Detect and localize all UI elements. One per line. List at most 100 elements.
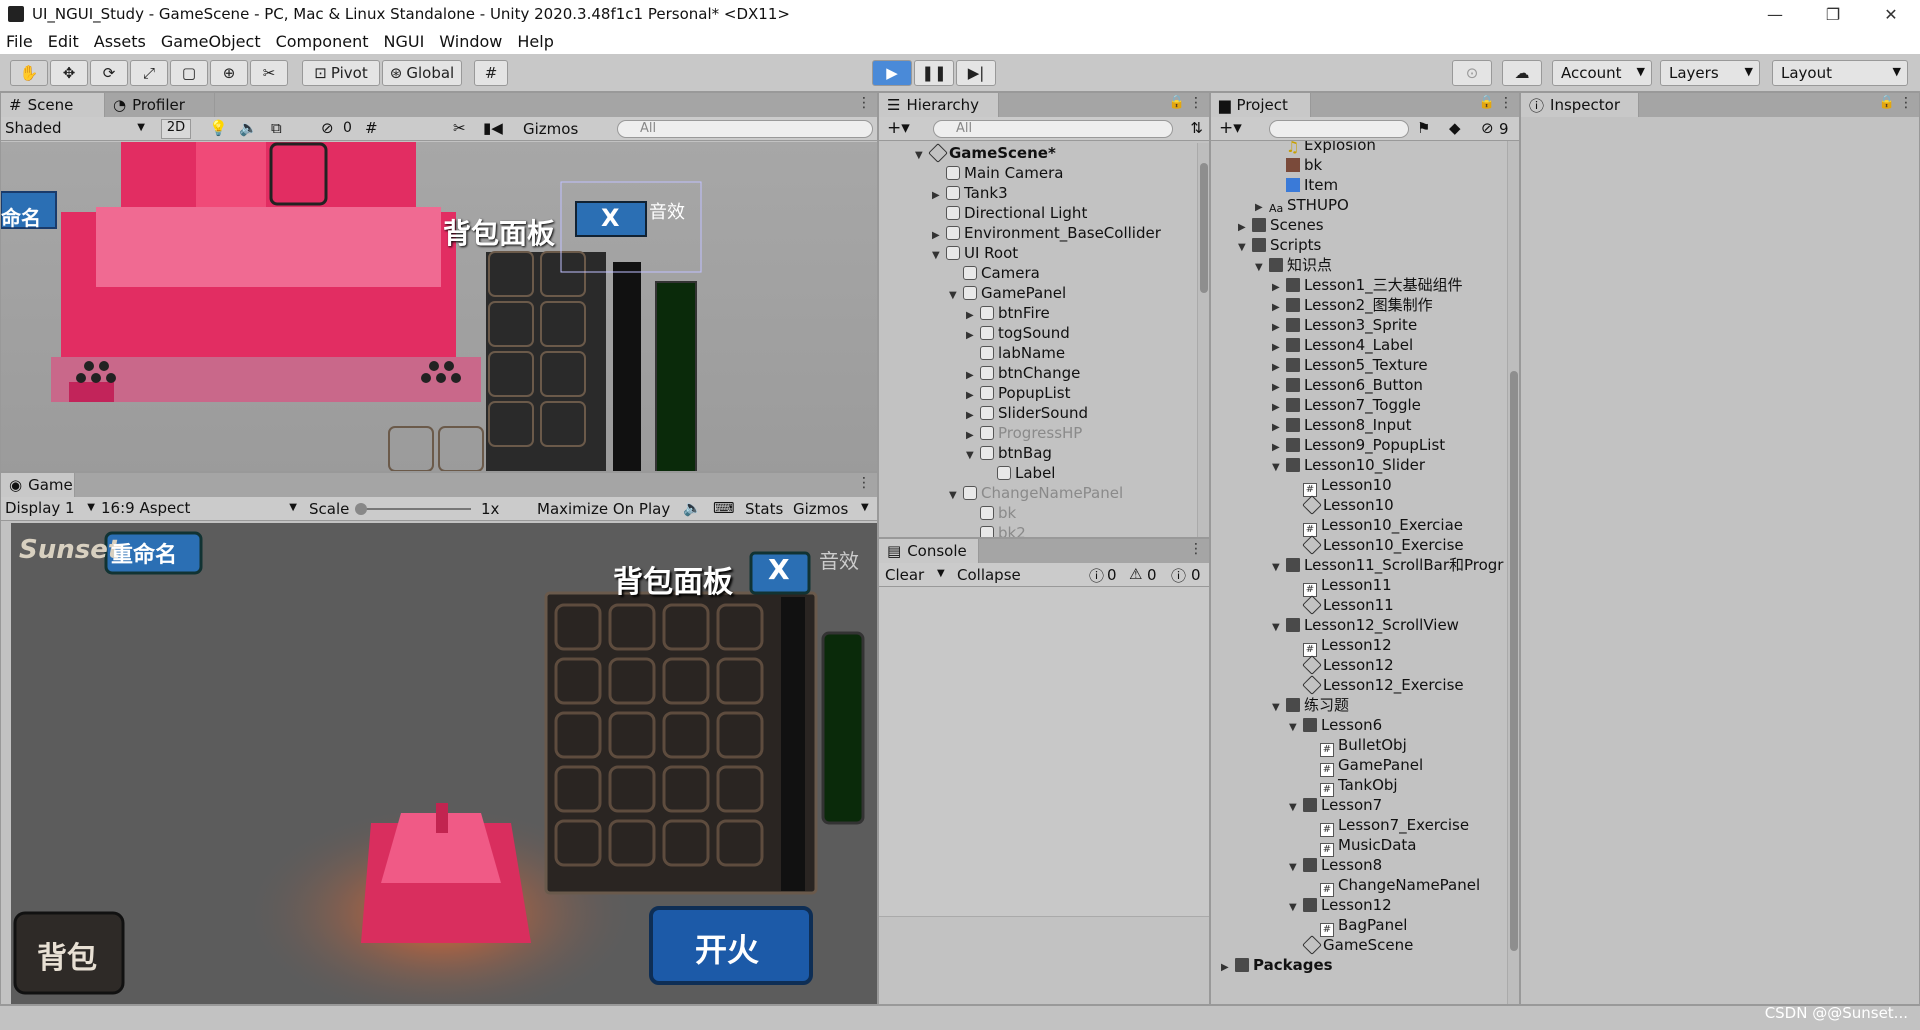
mute-audio-icon[interactable]: 🔈 xyxy=(683,499,702,517)
pause-button[interactable]: ❚❚ xyxy=(914,60,954,86)
expanded-arrow-icon[interactable]: ▼ xyxy=(1289,898,1303,918)
tab-console[interactable]: ▤ Console xyxy=(879,539,979,563)
tab-project[interactable]: ▆ Project xyxy=(1211,93,1311,117)
tree-item[interactable]: Lesson12 xyxy=(1289,655,1394,675)
info-icon[interactable]: ⓘ xyxy=(1089,565,1104,586)
expanded-arrow-icon[interactable]: ▼ xyxy=(932,246,946,266)
expanded-arrow-icon[interactable]: ▼ xyxy=(966,446,980,466)
menu-assets[interactable]: Assets xyxy=(94,32,146,51)
global-toggle[interactable]: ⊛ Global xyxy=(382,60,462,86)
kebab-menu-icon[interactable]: ⋮ xyxy=(857,95,871,111)
menu-edit[interactable]: Edit xyxy=(48,32,79,51)
tree-item[interactable]: ▶ Lesson7_Toggle xyxy=(1272,395,1421,415)
lighting-icon[interactable]: 💡 xyxy=(209,119,228,137)
tree-item[interactable]: ▼ GamePanel xyxy=(949,283,1066,303)
scale-slider-handle[interactable] xyxy=(355,503,367,515)
custom-tool-icon[interactable]: ✂ xyxy=(250,60,288,86)
sort-icon[interactable]: ⇅ xyxy=(1190,119,1203,137)
tree-item[interactable]: ▶ SliderSound xyxy=(966,403,1088,423)
expanded-arrow-icon[interactable]: ▼ xyxy=(1289,798,1303,818)
tab-game[interactable]: ◉ Game xyxy=(1,473,75,497)
lock-icon[interactable]: 🔒 xyxy=(1479,95,1495,110)
tree-item[interactable]: ♫ Explosion xyxy=(1272,141,1376,156)
tree-item[interactable]: ▶ Lesson3_Sprite xyxy=(1272,315,1417,335)
tree-item[interactable]: ▼ GameScene* xyxy=(915,143,1056,163)
tab-hierarchy[interactable]: ☰ Hierarchy xyxy=(879,93,999,117)
kebab-menu-icon[interactable]: ⋮ xyxy=(1499,95,1513,111)
gizmos-dropdown[interactable]: Gizmos xyxy=(523,120,578,138)
tree-item[interactable]: bk xyxy=(1272,155,1322,175)
tree-item[interactable]: ▶ PopupList xyxy=(966,383,1070,403)
expanded-arrow-icon[interactable]: ▼ xyxy=(1238,238,1252,258)
step-button[interactable]: ▶| xyxy=(956,60,996,86)
warning-icon[interactable]: ⚠ xyxy=(1129,565,1142,583)
tree-item[interactable]: ▼ Lesson12 xyxy=(1289,895,1392,915)
project-search-input[interactable] xyxy=(1269,120,1409,138)
tree-item[interactable]: bk2 xyxy=(966,523,1026,537)
tab-inspector[interactable]: ⓘ Inspector xyxy=(1521,93,1639,117)
tab-profiler[interactable]: ◔ Profiler xyxy=(105,93,215,117)
game-gizmos-dropdown[interactable]: Gizmos xyxy=(793,500,848,518)
tree-item[interactable]: ▶ ProgressHP xyxy=(966,423,1082,443)
console-log-area[interactable] xyxy=(879,587,1209,917)
expanded-arrow-icon[interactable]: ▼ xyxy=(1289,858,1303,878)
tree-item[interactable]: ▼ UI Root xyxy=(932,243,1018,263)
menu-gameobject[interactable]: GameObject xyxy=(161,32,261,51)
tree-item[interactable]: # GamePanel xyxy=(1306,755,1423,777)
tree-item[interactable]: ▶ Lesson5_Texture xyxy=(1272,355,1428,375)
menu-help[interactable]: Help xyxy=(517,32,553,51)
menu-file[interactable]: File xyxy=(6,32,33,51)
maximize-button[interactable]: ❐ xyxy=(1804,0,1862,28)
tree-item[interactable]: # ChangeNamePanel xyxy=(1306,875,1480,897)
fire-button[interactable]: 开火 xyxy=(695,925,759,971)
menu-window[interactable]: Window xyxy=(439,32,502,51)
hidden-objects-icon[interactable]: ⊘ xyxy=(321,119,334,137)
tree-item[interactable]: Lesson12_Exercise xyxy=(1289,675,1464,695)
tree-item[interactable]: # Lesson11 xyxy=(1289,575,1392,597)
tree-item[interactable]: ▼ Lesson10_Slider xyxy=(1272,455,1425,475)
tree-item[interactable]: ▼ Scripts xyxy=(1238,235,1321,255)
tree-item[interactable]: ▶ Lesson4_Label xyxy=(1272,335,1413,355)
tab-scene[interactable]: # Scene xyxy=(1,93,105,117)
clear-button[interactable]: Clear xyxy=(885,566,924,584)
hierarchy-scrollbar[interactable] xyxy=(1197,143,1209,537)
scene-search-input[interactable]: All xyxy=(617,120,873,138)
hidden-packages-icon[interactable]: ⊘ xyxy=(1481,119,1494,137)
expanded-arrow-icon[interactable]: ▼ xyxy=(1255,258,1269,278)
tree-item[interactable]: ▶ btnFire xyxy=(966,303,1050,323)
kebab-menu-icon[interactable]: ⋮ xyxy=(1189,541,1203,557)
expanded-arrow-icon[interactable]: ▼ xyxy=(1272,618,1286,638)
close-bag-button[interactable]: X xyxy=(768,553,790,586)
expanded-arrow-icon[interactable]: ▼ xyxy=(1272,558,1286,578)
shading-dropdown[interactable]: Shaded ▼ xyxy=(5,119,149,137)
error-icon[interactable]: ⓘ xyxy=(1171,565,1186,586)
rename-button[interactable]: 重命名 xyxy=(111,537,177,569)
grid-snap-icon[interactable]: # xyxy=(474,60,508,86)
bag-button[interactable]: 背包 xyxy=(37,933,97,977)
2d-toggle[interactable]: 2D xyxy=(161,119,191,139)
tree-item[interactable]: ▶ Lesson8_Input xyxy=(1272,415,1412,435)
lock-icon[interactable]: 🔒 xyxy=(1879,95,1895,110)
expanded-arrow-icon[interactable]: ▼ xyxy=(949,486,963,506)
layout-dropdown[interactable]: Layout ▼ xyxy=(1772,60,1908,86)
add-icon[interactable]: +▾ xyxy=(887,118,910,138)
tree-item[interactable]: # TankObj xyxy=(1306,775,1398,797)
tree-item[interactable]: ▼ ChangeNamePanel xyxy=(949,483,1123,503)
tree-item[interactable]: ▶ Lesson2_图集制作 xyxy=(1272,295,1433,315)
menu-component[interactable]: Component xyxy=(276,32,369,51)
scale-slider[interactable] xyxy=(355,503,471,515)
layers-dropdown[interactable]: Layers ▼ xyxy=(1660,60,1760,86)
account-dropdown[interactable]: Account ▼ xyxy=(1552,60,1652,86)
display-dropdown[interactable]: Display 1 ▼ xyxy=(5,499,97,517)
expanded-arrow-icon[interactable]: ▼ xyxy=(915,146,929,166)
project-scrollbar[interactable] xyxy=(1507,141,1519,1004)
tree-item[interactable]: ▼ Lesson7 xyxy=(1289,795,1382,815)
caret-down-icon[interactable]: ▼ xyxy=(937,568,945,579)
scale-tool-icon[interactable]: ⤢ xyxy=(130,60,168,86)
tree-item[interactable]: ▶ Lesson1_三大基础组件 xyxy=(1272,275,1463,295)
transform-tool-icon[interactable]: ⊕ xyxy=(210,60,248,86)
tree-item[interactable]: bk xyxy=(966,503,1016,523)
grid-icon[interactable]: # xyxy=(365,119,378,137)
hierarchy-search-input[interactable]: All xyxy=(933,120,1173,138)
menu-ngui[interactable]: NGUI xyxy=(383,32,424,51)
